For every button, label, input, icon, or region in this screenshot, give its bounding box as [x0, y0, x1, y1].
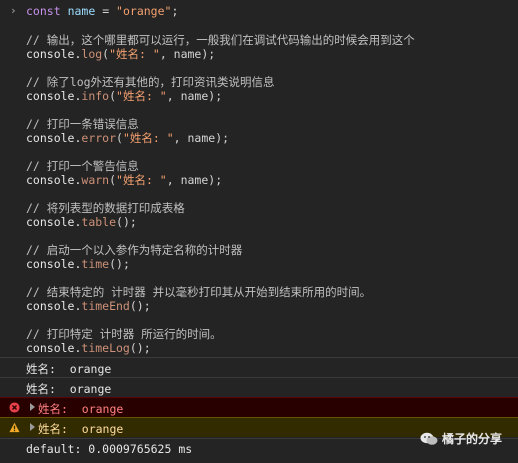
- code-comment-6: // 启动一个以入参作为特定名称的计时器: [26, 243, 243, 257]
- output-text-info: 姓名: orange: [26, 382, 112, 396]
- error-circle-icon: [9, 402, 20, 413]
- code-line-const: const name = "orange";: [26, 4, 179, 18]
- output-text-default: default: 0.0009765625 ms: [26, 442, 193, 456]
- output-text-log: 姓名: orange: [26, 362, 112, 376]
- output-text-error: 姓名: orange: [38, 402, 124, 416]
- code-comment-4: // 打印一个警告信息: [26, 159, 139, 173]
- wechat-icon: [420, 432, 438, 445]
- code-line-time: console.time();: [26, 257, 130, 271]
- code-line-log: console.log("姓名: ", name);: [26, 47, 216, 61]
- code-comment-3: // 打印一条错误信息: [26, 117, 139, 131]
- output-text-warn: 姓名: orange: [38, 422, 124, 436]
- code-comment-2: // 除了log外还有其他的，打印资讯类说明信息: [26, 75, 275, 89]
- console-input-block: › const name = "orange"; // 输出，这个哪里都可以运行…: [0, 0, 518, 355]
- prompt-chevron-icon: ›: [10, 4, 17, 17]
- output-row-info: 姓名: orange: [0, 377, 518, 397]
- code-comment-7: // 结束特定的 计时器 并以毫秒打印其从开始到结束所用的时间。: [26, 285, 372, 299]
- code-line-error: console.error("姓名: ", name);: [26, 131, 230, 145]
- code-line-timelog: console.timeLog();: [26, 341, 151, 355]
- code-comment-5: // 将列表型的数据打印成表格: [26, 201, 185, 215]
- expand-triangle-icon[interactable]: [30, 423, 35, 431]
- code-line-timeend: console.timeEnd();: [26, 299, 151, 313]
- watermark-text: 橘子的分享: [441, 432, 502, 446]
- code-line-warn: console.warn("姓名: ", name);: [26, 173, 223, 187]
- code-line-info: console.info("姓名: ", name);: [26, 89, 223, 103]
- warning-triangle-icon: [9, 422, 20, 433]
- code-comment-8: // 打印特定 计时器 所运行的时间。: [26, 327, 222, 341]
- watermark: 橘子的分享: [420, 430, 502, 447]
- code-line-table: console.table();: [26, 215, 137, 229]
- output-row-log: 姓名: orange: [0, 357, 518, 377]
- output-row-error[interactable]: 姓名: orange: [0, 397, 518, 417]
- expand-triangle-icon[interactable]: [30, 403, 35, 411]
- code-comment-1: // 输出，这个哪里都可以运行，一般我们在调试代码输出的时候会用到这个: [26, 33, 415, 47]
